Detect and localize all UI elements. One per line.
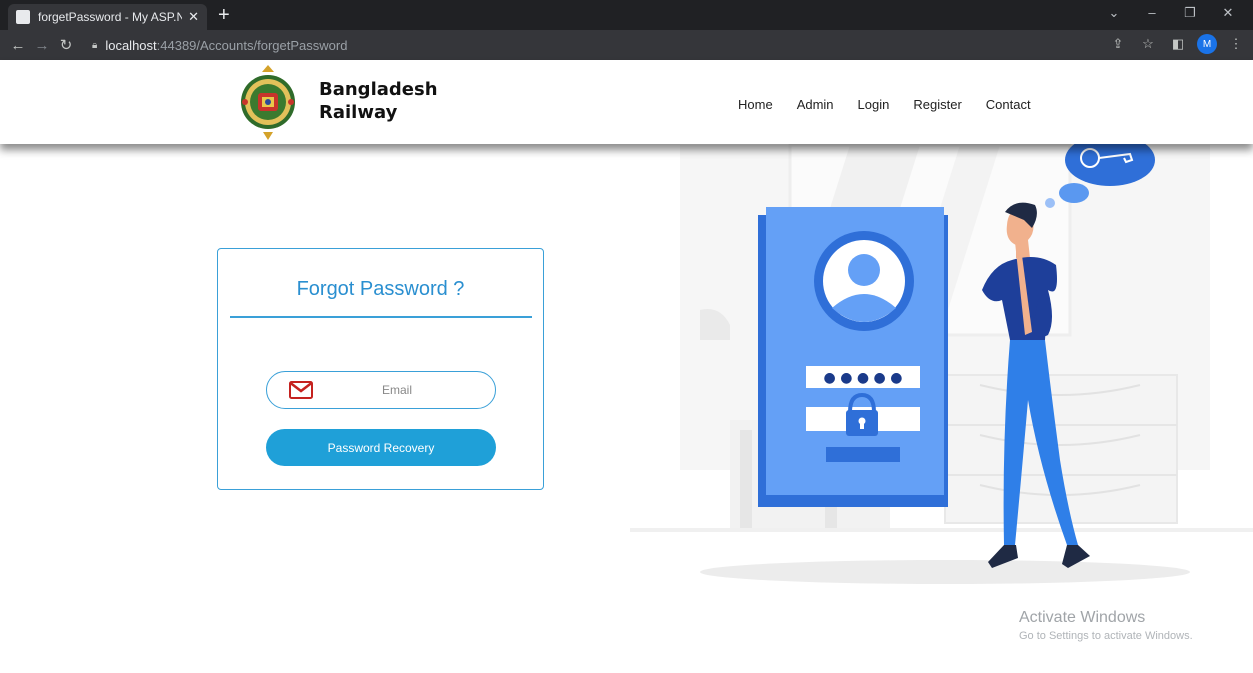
password-dots: ● ● ● ● ●	[824, 370, 903, 386]
nav-home[interactable]: Home	[738, 97, 773, 112]
nav-admin[interactable]: Admin	[797, 97, 834, 112]
watermark-title: Activate Windows	[1019, 609, 1146, 626]
tab-close-icon[interactable]: ✕	[188, 9, 199, 25]
watermark-subtitle: Go to Settings to activate Windows.	[1019, 630, 1193, 642]
nav-contact[interactable]: Contact	[986, 97, 1031, 112]
title-divider	[230, 316, 532, 318]
window-controls: ⌄ – ❐ ✕	[1095, 4, 1247, 22]
profile-avatar[interactable]: M	[1197, 34, 1217, 54]
forward-icon[interactable]: →	[30, 37, 54, 54]
tab-search-icon[interactable]: ⌄	[1095, 4, 1133, 22]
side-panel-icon[interactable]: ◧	[1167, 36, 1189, 52]
close-window-button[interactable]: ✕	[1209, 4, 1247, 22]
reload-icon[interactable]: ↻	[54, 36, 78, 54]
back-icon[interactable]: ←	[6, 37, 30, 54]
site-header: Bangladesh Railway Home Admin Login Regi…	[0, 60, 1253, 144]
restore-button[interactable]: ❐	[1171, 4, 1209, 22]
address-bar[interactable]: 🔒︎ localhost:44389/Accounts/forgetPasswo…	[92, 34, 1102, 56]
railway-emblem-logo[interactable]	[236, 60, 300, 144]
brand-name[interactable]: Bangladesh Railway	[319, 78, 438, 124]
brand-line-1: Bangladesh	[319, 79, 438, 100]
new-tab-button[interactable]: +	[218, 4, 230, 26]
tab-title: forgetPassword - My ASP.NET Ap	[38, 10, 183, 24]
nav-login[interactable]: Login	[858, 97, 890, 112]
email-input[interactable]	[327, 378, 467, 402]
share-icon[interactable]: ⇪	[1107, 36, 1129, 52]
page-icon	[16, 10, 30, 24]
browser-toolbar: ← → ↻ 🔒︎ localhost:44389/Accounts/forget…	[0, 30, 1253, 60]
menu-kebab-icon[interactable]: ⋮	[1225, 36, 1247, 52]
forgot-password-illustration: ● ● ● ● ●	[630, 140, 1253, 584]
email-field-wrapper[interactable]	[266, 371, 496, 409]
url-path: :44389/Accounts/forgetPassword	[156, 37, 348, 53]
windows-activation-watermark: Activate Windows Go to Settings to activ…	[1019, 609, 1193, 642]
browser-tabbar: forgetPassword - My ASP.NET Ap ✕ + ⌄ – ❐…	[0, 0, 1253, 30]
url-host: localhost	[105, 37, 157, 53]
minimize-button[interactable]: –	[1133, 4, 1171, 22]
nav-register[interactable]: Register	[913, 97, 961, 112]
lock-icon[interactable]: 🔒︎	[92, 40, 97, 51]
brand-line-2: Railway	[319, 102, 398, 123]
card-title: Forgot Password ?	[296, 278, 465, 300]
forgot-password-card: Forgot Password ? Password Recovery	[217, 248, 544, 490]
browser-right-tools: ⇪ ☆ ◧ M ⋮	[1107, 34, 1247, 54]
gmail-icon	[289, 381, 313, 399]
browser-tab[interactable]: forgetPassword - My ASP.NET Ap ✕	[8, 4, 207, 30]
main-nav: Home Admin Login Register Contact	[738, 97, 1055, 112]
bookmark-star-icon[interactable]: ☆	[1137, 36, 1159, 52]
password-recovery-button[interactable]: Password Recovery	[266, 429, 496, 466]
